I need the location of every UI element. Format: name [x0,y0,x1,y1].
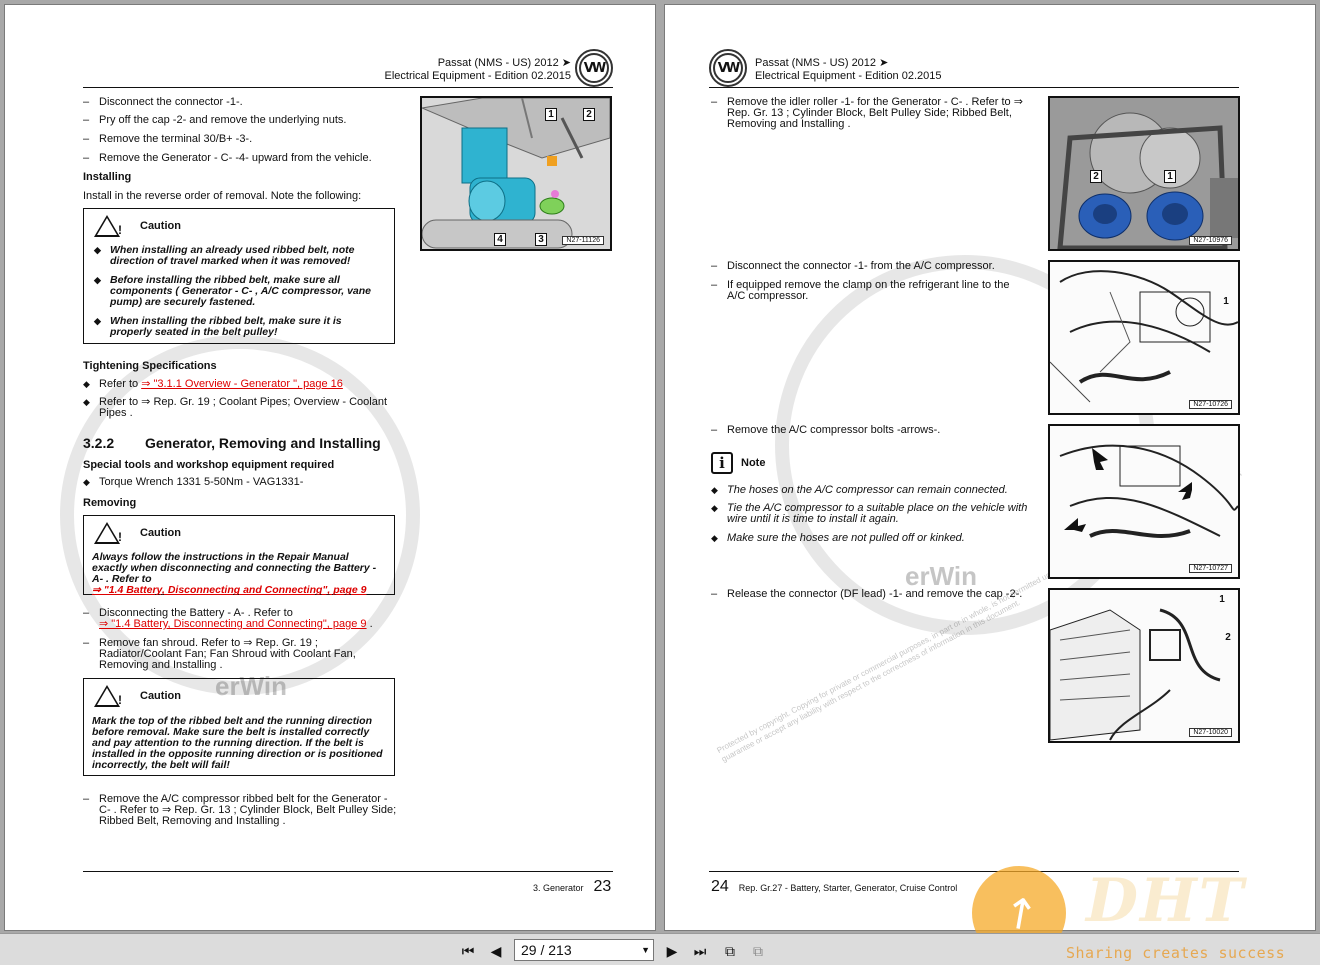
caution-item: When installing the ribbed belt, make su… [94,316,386,338]
figure-ac-connector: 1 N27-10726 [1048,260,1240,415]
left-page: Passat (NMS - US) 2012 ➤ Electrical Equi… [4,4,656,931]
brand-watermark: DHT [1086,866,1246,936]
header-model: Passat (NMS - US) 2012 ➤ [437,57,571,69]
section-heading: 3.2.2 Generator, Removing and Installing [83,435,381,451]
caution-text: Always follow the instructions in the Re… [92,551,377,596]
chevron-down-icon: ▼ [641,945,650,955]
tagline: Sharing creates success [1066,944,1286,962]
link-battery[interactable]: ⇒ "1.4 Battery, Disconnecting and Connec… [92,584,367,596]
last-page-icon[interactable]: ⏭ [690,941,710,961]
next-view-icon[interactable]: ⧉ [748,941,768,961]
page-number-select[interactable]: 29 / 213 ▼ [514,939,654,961]
tightening-item-1: Refer to ⇒ "3.1.1 Overview - Generator "… [83,378,403,391]
next-page-icon[interactable]: ▶ [662,941,682,961]
warning-triangle-icon: ! [94,522,122,544]
link-overview-generator[interactable]: ⇒ "3.1.1 Overview - Generator ", page 16 [141,378,343,390]
caution-text: Mark the top of the ribbed belt and the … [92,715,383,771]
step-remove-clamp: If equipped remove the clamp on the refr… [711,280,1029,302]
footer-section: Rep. Gr.27 - Battery, Starter, Generator… [738,883,958,893]
callout-2: 2 [583,108,595,121]
header-edition: Electrical Equipment - Edition 02.2015 [755,70,942,82]
callout-2: 2 [1090,170,1102,183]
installing-heading: Installing [83,171,132,183]
footer-page-number: 23 [593,878,612,895]
figure-df-lead: 1 2 N27-10020 [1048,588,1240,743]
figure-code: N27-10976 [1189,236,1232,245]
tool-item: Torque Wrench 1331 5-50Nm - VAG1331- [83,477,403,489]
header-edition: Electrical Equipment - Edition 02.2015 [384,70,572,82]
tightening-heading: Tightening Specifications [83,360,217,372]
step-disconnect-battery: Disconnecting the Battery - A- . Refer t… [83,608,403,630]
note-item: Make sure the hoses are not pulled off o… [711,533,1029,545]
caution-label: Caution [140,690,181,702]
removing-heading: Removing [83,497,137,509]
note-item: Tie the A/C compressor to a suitable pla… [711,503,1029,525]
info-icon: i [711,452,733,474]
vw-logo-icon: VW [709,49,747,87]
caution-box-battery: ! Caution Always follow the instructions… [83,515,395,596]
link-battery-step[interactable]: ⇒ "1.4 Battery, Disconnecting and Connec… [99,618,367,630]
warning-triangle-icon: ! [94,685,122,707]
figure-ac-bolts: N27-10727 [1048,424,1240,579]
installing-text: Install in the reverse order of removal.… [83,190,362,202]
right-page: VW Passat (NMS - US) 2012 ➤ Electrical E… [664,4,1316,931]
callout-2: 2 [1225,632,1231,643]
page-footer: 3. Generator 23 [533,878,611,896]
callout-1: 1 [1223,296,1229,307]
prev-page-icon[interactable]: ◀ [486,941,506,961]
page-footer: 24 Rep. Gr.27 - Battery, Starter, Genera… [711,878,957,896]
page-indicator: 29 / 213 [521,942,572,958]
step-remove-generator: Remove the Generator - C- -4- upward fro… [83,153,403,165]
step-disconnect-ac-connector: Disconnect the connector -1- from the A/… [711,261,1029,273]
vw-logo-icon: VW [575,49,613,87]
caution-box-belt-install: ! Caution When installing an already use… [83,208,395,344]
callout-1: 1 [1219,594,1225,605]
note-header: i Note [711,452,765,474]
callout-4: 4 [494,233,506,246]
tools-heading: Special tools and workshop equipment req… [83,459,335,471]
step-remove-bolts: Remove the A/C compressor bolts -arrows-… [711,425,1029,437]
viewer-toolbar: ⏮ ◀ 29 / 213 ▼ ▶ ⏭ ⧉ ⧉ Sharing creates s… [0,933,1320,965]
footer-page-number: 24 [711,878,729,895]
callout-1: 1 [1164,170,1176,183]
step-remove-belt: Remove the A/C compressor ribbed belt fo… [83,794,399,827]
figure-code: N27-11126 [562,236,604,245]
prev-view-icon[interactable]: ⧉ [720,941,740,961]
warning-triangle-icon: ! [94,215,122,237]
footer-rule [83,871,613,872]
figure-idler-roller: 2 1 N27-10976 [1048,96,1240,251]
caution-label: Caution [140,220,181,232]
step-disconnect-connector: Disconnect the connector -1-. [83,97,403,109]
figure-code: N27-10727 [1189,564,1232,573]
step-remove-idler: Remove the idler roller -1- for the Gene… [711,97,1029,130]
figure-code: N27-10726 [1189,400,1232,409]
step-remove-terminal: Remove the terminal 30/B+ -3-. [83,134,403,146]
first-page-icon[interactable]: ⏮ [458,941,478,961]
caution-item: Before installing the ribbed belt, make … [94,275,386,308]
header-model: Passat (NMS - US) 2012 ➤ [755,57,889,69]
step-remove-fan-shroud: Remove fan shroud. Refer to ⇒ Rep. Gr. 1… [83,638,399,671]
step-pry-cap: Pry off the cap -2- and remove the under… [83,115,403,127]
caution-item: When installing an already used ribbed b… [94,245,386,267]
figure-code: N27-10020 [1189,728,1232,737]
caution-box-belt-mark: ! Caution Mark the top of the ribbed bel… [83,678,395,776]
header-rule [709,87,1239,88]
callout-3: 3 [535,233,547,246]
note-label: Note [741,457,766,469]
note-item: The hoses on the A/C compressor can rema… [711,485,1029,497]
tightening-item-2: Refer to ⇒ Rep. Gr. 19 ; Coolant Pipes; … [83,397,403,419]
caution-label: Caution [140,527,181,539]
header-rule [83,87,613,88]
step-release-df-connector: Release the connector (DF lead) -1- and … [711,589,1031,601]
figure-generator: 1 2 3 4 N27-11126 [420,96,612,251]
footer-section: 3. Generator [533,883,584,893]
callout-1: 1 [545,108,557,121]
